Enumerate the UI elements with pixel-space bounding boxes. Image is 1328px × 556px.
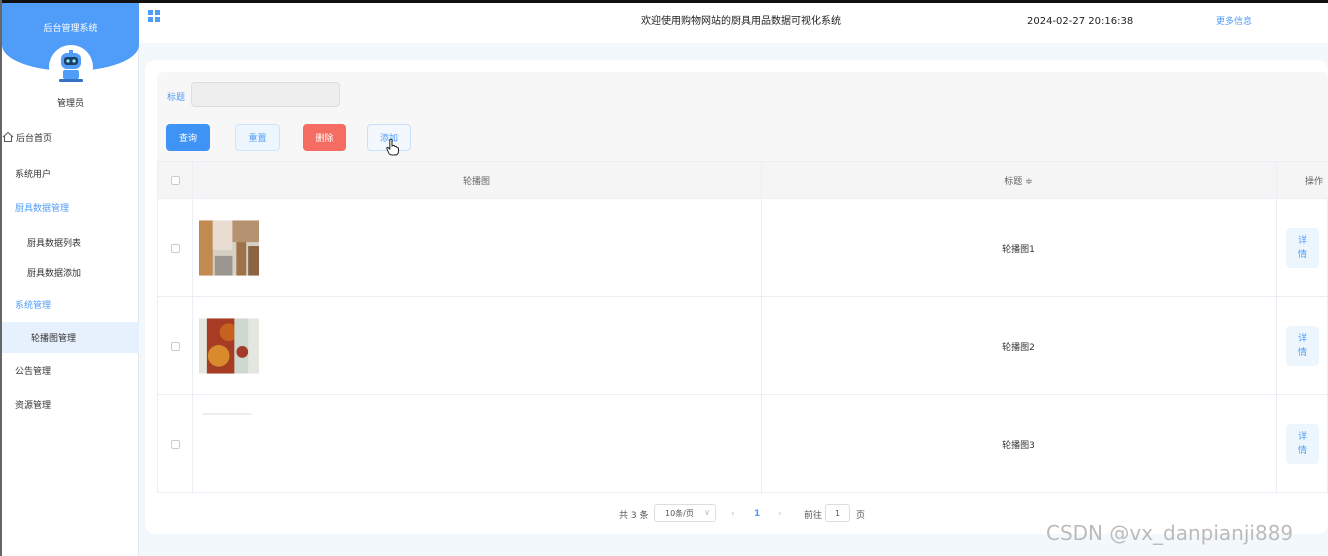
row-checkbox-cell (158, 395, 192, 493)
pagination-total: 共 3 条 (619, 510, 649, 521)
reset-button[interactable]: 重置 (235, 124, 280, 151)
content-panel: 标题 查询 重置 删除 添加 轮播图 标题 ≑ 操作 轮播图1 详情 轮播图2 … (145, 60, 1328, 534)
app-title: 后台管理系统 (43, 24, 98, 34)
column-header-title[interactable]: 标题 ≑ (761, 162, 1276, 199)
carousel-table: 轮播图 标题 ≑ 操作 轮播图1 详情 轮播图2 详情 轮播图3 详情 (157, 161, 1328, 494)
sidebar-item-label: 轮播图管理 (31, 334, 77, 344)
detail-button[interactable]: 详情 (1286, 228, 1319, 268)
column-divider (192, 162, 193, 494)
row-checkbox[interactable] (170, 243, 180, 253)
sidebar-item-home[interactable]: 后台首页 (2, 120, 139, 154)
row-title: 轮播图2 (1002, 342, 1035, 353)
row-checkbox[interactable] (170, 439, 180, 449)
avatar[interactable] (49, 45, 93, 89)
robot-avatar-icon (59, 50, 83, 82)
admin-name: 管理员 (56, 99, 84, 109)
column-header-actions: 操作 (1304, 177, 1323, 187)
sidebar-item-notice-management[interactable]: 公告管理 (2, 353, 139, 387)
table-header: 轮播图 标题 ≑ 操作 (158, 162, 1328, 199)
sidebar-item-label: 厨具数据添加 (27, 268, 82, 279)
query-button[interactable]: 查询 (166, 124, 210, 151)
carousel-thumbnail (199, 199, 259, 297)
goto-page-input[interactable]: 1 (825, 504, 850, 522)
table-row: 轮播图1 详情 (158, 199, 1328, 297)
title-search-input[interactable] (191, 82, 340, 107)
top-bar: 欢迎使用购物网站的厨具用品数据可视化系统 2024-02-27 20:16:38… (139, 3, 1328, 43)
row-title: 轮播图1 (1002, 244, 1035, 255)
carousel-image-2 (199, 318, 259, 374)
current-datetime: 2024-02-27 20:16:38 (1027, 16, 1134, 27)
goto-label: 前往 (804, 510, 823, 521)
sidebar-item-label: 后台首页 (16, 133, 53, 144)
row-checkbox-cell (158, 297, 192, 395)
sidebar: 后台管理系统 管理员 后台首页 系统用户 厨具数据管理 厨具数据列表 厨具数据添… (2, 3, 139, 556)
select-all-cell (158, 162, 192, 199)
welcome-text: 欢迎使用购物网站的厨具用品数据可视化系统 (641, 16, 841, 27)
row-checkbox[interactable] (170, 341, 180, 351)
title-filter-label: 标题 (167, 93, 186, 103)
detail-button[interactable]: 详情 (1286, 326, 1319, 366)
prev-page-icon[interactable]: ‹ (731, 504, 735, 524)
table-row: 轮播图2 详情 (158, 297, 1328, 395)
hand-cursor-icon (386, 138, 399, 156)
page-size-value: 10条/页 (665, 508, 694, 518)
chevron-down-icon: ∨ (704, 508, 710, 517)
row-actions-cell: 详情 (1276, 297, 1328, 395)
table-row: 轮播图3 详情 (158, 395, 1328, 493)
sidebar-item-label: 公告管理 (15, 366, 52, 377)
row-actions-cell: 详情 (1276, 395, 1328, 493)
select-all-checkbox[interactable] (170, 176, 180, 185)
sidebar-item-label: 厨具数据管理 (15, 203, 70, 214)
sidebar-item-kitchenware-list[interactable]: 厨具数据列表 (2, 225, 139, 259)
column-divider (1276, 162, 1277, 494)
home-icon (2, 131, 14, 142)
row-title: 轮播图3 (1002, 440, 1035, 451)
row-actions-cell: 详情 (1276, 199, 1328, 297)
menu-grid-icon[interactable] (148, 10, 161, 23)
sidebar-item-kitchenware-management[interactable]: 厨具数据管理 (2, 190, 139, 224)
sidebar-item-label: 资源管理 (15, 400, 52, 411)
row-checkbox-cell (158, 199, 192, 297)
column-header-image: 轮播图 (462, 177, 490, 187)
column-divider (761, 162, 762, 494)
sidebar-item-system-users[interactable]: 系统用户 (2, 156, 139, 190)
next-page-icon[interactable]: › (778, 504, 782, 524)
sidebar-item-kitchenware-add[interactable]: 厨具数据添加 (2, 255, 139, 289)
sidebar-item-carousel-management[interactable]: 轮播图管理 (2, 322, 139, 353)
sidebar-item-system-management[interactable]: 系统管理 (2, 287, 139, 321)
page-number-current[interactable]: 1 (754, 504, 760, 524)
sidebar-item-resource-management[interactable]: 资源管理 (2, 387, 139, 421)
delete-button[interactable]: 删除 (303, 124, 346, 151)
page-unit-label: 页 (856, 510, 866, 521)
carousel-thumbnail (199, 395, 259, 493)
more-info-link[interactable]: 更多信息 (1216, 14, 1252, 27)
sidebar-item-label: 厨具数据列表 (27, 238, 82, 249)
page-size-select[interactable]: 10条/页 ∨ (654, 504, 716, 522)
watermark: CSDN @vx_danpianji889 (1046, 521, 1294, 545)
carousel-thumbnail (199, 297, 259, 395)
carousel-image-3 (202, 413, 253, 415)
sidebar-item-label: 系统管理 (15, 300, 52, 311)
detail-button[interactable]: 详情 (1286, 424, 1319, 464)
sidebar-item-label: 系统用户 (15, 169, 52, 180)
carousel-image-1 (199, 220, 259, 276)
